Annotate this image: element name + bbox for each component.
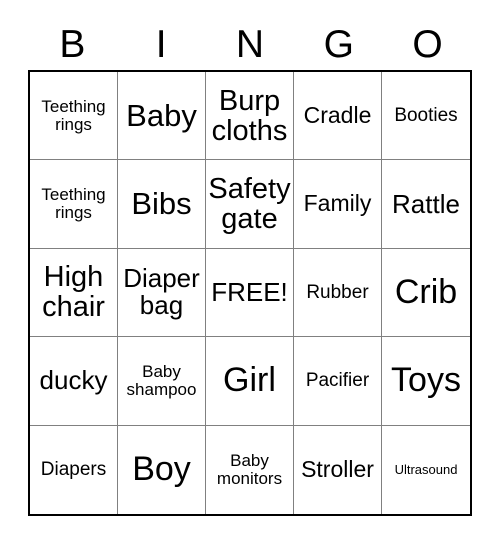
bingo-cell[interactable]: Diapers (30, 425, 118, 514)
bingo-header: BINGO (28, 18, 472, 70)
bingo-card: B I N G O Teething rings Baby Burp cloths Cradl… (0, 0, 500, 544)
bingo-cell[interactable]: Rubber (294, 248, 382, 338)
bingo-cell-label: Baby (126, 97, 197, 133)
bingo-cell-label: Boy (132, 450, 191, 489)
bingo-cell[interactable]: Burp cloths (206, 72, 294, 161)
bingo-cell[interactable]: Baby (118, 72, 206, 161)
bingo-cell-label: ducky (39, 365, 108, 396)
bingo-cell-label: Rubber (306, 281, 369, 303)
bingo-cell[interactable]: Rattle (382, 160, 470, 249)
bingo-cell-label: Pacifier (305, 370, 370, 392)
bingo-header-letter-o: O (412, 22, 443, 66)
bingo-cell-label: FREE! (211, 276, 288, 307)
bingo-cell-label: Teething rings (41, 97, 106, 134)
bingo-cell-label: Teething rings (41, 185, 106, 223)
bingo-cell-label: Stroller (301, 455, 374, 482)
bingo-cell-label: Diapers (40, 458, 107, 480)
bingo-header-letter-b: B (59, 22, 86, 66)
bingo-cell[interactable]: Baby shampoo (118, 337, 206, 426)
bingo-cell-label: Family (303, 190, 372, 217)
bingo-cell-label: Ultrasound (394, 462, 458, 478)
bingo-cell-label: Rattle (392, 188, 460, 219)
bingo-cell[interactable]: Safety gate (206, 160, 294, 249)
bingo-cell[interactable]: Boy (118, 425, 206, 514)
bingo-cell[interactable]: Crib (382, 249, 470, 338)
bingo-cell[interactable]: Booties (382, 72, 470, 161)
bingo-cell-label: Burp cloths (211, 84, 288, 147)
bingo-header-letter-g: G (323, 22, 354, 66)
bingo-cell[interactable]: ducky (30, 337, 118, 426)
bingo-grid: Teething rings Baby Burp cloths Cradle Booti… (28, 70, 472, 516)
bingo-cell[interactable]: Ultrasound (382, 426, 470, 514)
bingo-cell[interactable]: Cradle (294, 72, 382, 161)
bingo-cell-label: High chair (42, 261, 105, 324)
bingo-cell-label: Diaper bag (123, 263, 200, 321)
bingo-cell[interactable]: Baby monitors (206, 425, 294, 514)
bingo-cell[interactable]: Teething rings (30, 160, 118, 249)
bingo-cell-label: Cradle (303, 101, 372, 128)
bingo-cell[interactable]: High chair (30, 248, 118, 338)
bingo-cell-label: Booties (394, 104, 458, 126)
bingo-cell[interactable]: Girl (206, 337, 294, 426)
bingo-cell[interactable]: Stroller (294, 425, 382, 514)
bingo-header-letter-i: I (155, 22, 167, 66)
bingo-header-letter-n: N (235, 22, 265, 66)
bingo-cell-label: Crib (394, 272, 458, 311)
bingo-cell[interactable]: Teething rings (30, 72, 118, 161)
bingo-cell[interactable]: Toys (382, 337, 470, 426)
bingo-cell[interactable]: Diaper bag (118, 248, 206, 338)
bingo-cell-label: Safety gate (208, 172, 291, 236)
bingo-free-space[interactable]: FREE! (206, 248, 294, 338)
bingo-cell[interactable]: Pacifier (294, 337, 382, 426)
bingo-cell-label: Baby monitors (216, 451, 283, 488)
bingo-cell-label: Toys (391, 361, 461, 400)
bingo-cell-label: Girl (223, 361, 276, 400)
bingo-cell[interactable]: Bibs (118, 160, 206, 249)
bingo-cell-label: Bibs (131, 185, 192, 221)
bingo-cell[interactable]: Family (294, 160, 382, 249)
bingo-cell-label: Baby shampoo (126, 362, 197, 399)
